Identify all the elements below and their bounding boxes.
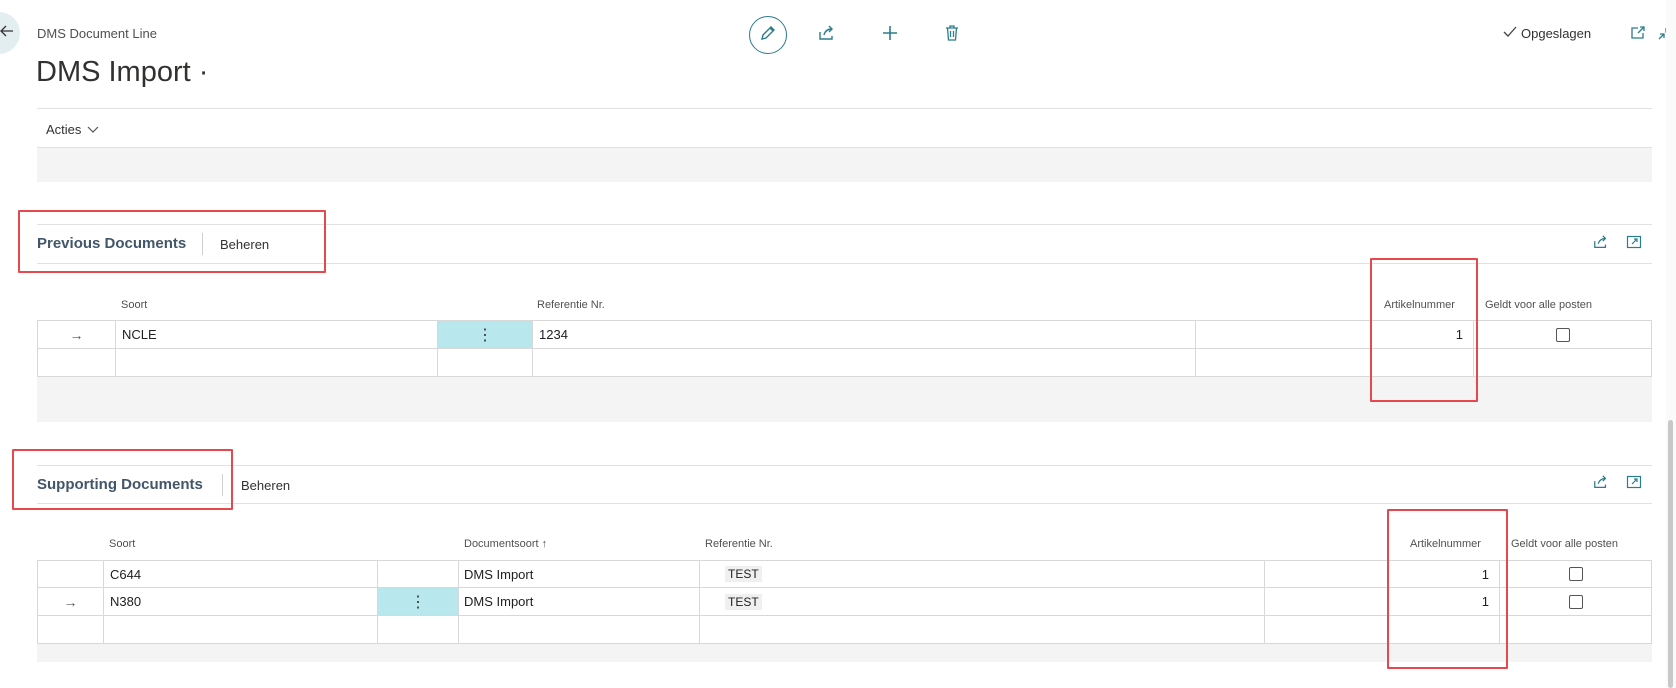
back-button[interactable]: [0, 12, 20, 54]
empty-cell[interactable]: [1474, 349, 1652, 377]
geldt-checkbox[interactable]: [1568, 594, 1583, 609]
empty-cell[interactable]: [37, 616, 104, 644]
highlight-box: [18, 210, 326, 273]
empty-cell[interactable]: [37, 349, 116, 377]
previous-expand-button[interactable]: [1623, 233, 1645, 255]
empty-cell[interactable]: [1500, 616, 1652, 644]
new-button[interactable]: [871, 16, 909, 54]
cell-referentie[interactable]: 1234: [533, 320, 1196, 349]
actions-menu[interactable]: Acties: [46, 122, 99, 137]
empty-cell[interactable]: [378, 616, 459, 644]
column-header-soort[interactable]: Soort: [121, 299, 147, 311]
cell-soort[interactable]: C644: [104, 560, 378, 588]
geldt-checkbox[interactable]: [1555, 327, 1570, 342]
column-header-geldt[interactable]: Geldt voor alle posten: [1511, 538, 1618, 550]
share-button[interactable]: [808, 16, 846, 54]
row-menu-cell[interactable]: [378, 560, 459, 588]
supporting-share-button[interactable]: [1590, 473, 1612, 495]
highlight-box: [1370, 258, 1478, 402]
column-header-referentie[interactable]: Referentie Nr.: [705, 538, 773, 550]
cell-documentsoort[interactable]: DMS Import: [459, 560, 700, 588]
arrow-right-icon: →: [63, 593, 78, 610]
scrollbar-thumb[interactable]: [1668, 420, 1673, 688]
highlight-box: [1387, 509, 1508, 669]
actions-label: Acties: [46, 122, 82, 137]
back-arrow-icon: [0, 24, 14, 42]
row-indicator[interactable]: [37, 560, 104, 588]
cell-referentie[interactable]: TEST: [700, 560, 1265, 588]
chevron-down-icon: [87, 122, 99, 137]
divider: [37, 503, 1652, 504]
previous-share-button[interactable]: [1590, 233, 1612, 255]
plus-icon: [881, 24, 899, 47]
row-menu-button[interactable]: ⋮: [378, 588, 459, 616]
share-icon: [1593, 234, 1609, 255]
cell-geldt: [1500, 588, 1652, 616]
supporting-expand-button[interactable]: [1623, 473, 1645, 495]
share-icon: [1593, 474, 1609, 495]
row-indicator[interactable]: →: [37, 320, 116, 349]
cell-soort[interactable]: N380: [104, 588, 378, 616]
geldt-checkbox[interactable]: [1568, 567, 1583, 581]
sort-ascending-icon: ↑: [541, 538, 548, 550]
referentie-value: TEST: [725, 593, 762, 610]
arrow-right-icon: →: [69, 326, 84, 343]
save-status-label: Opgeslagen: [1521, 26, 1592, 41]
cell-referentie[interactable]: TEST: [700, 588, 1265, 616]
column-header-geldt[interactable]: Geldt voor alle posten: [1485, 299, 1592, 311]
cell-documentsoort[interactable]: DMS Import: [459, 588, 700, 616]
empty-cell[interactable]: [104, 616, 378, 644]
divider: [37, 465, 1652, 466]
row-indicator[interactable]: →: [37, 588, 104, 616]
open-new-window-icon: [1630, 25, 1646, 46]
referentie-value: TEST: [725, 566, 762, 582]
expand-icon: [1626, 474, 1642, 495]
empty-cell[interactable]: [438, 349, 533, 377]
content-spacer: [37, 148, 1652, 182]
share-icon: [818, 24, 836, 47]
cell-geldt: [1474, 320, 1652, 349]
breadcrumb: DMS Document Line: [37, 26, 157, 41]
delete-button[interactable]: [933, 16, 971, 54]
column-header-documentsoort[interactable]: Documentsoort ↑: [464, 538, 547, 550]
supporting-manage-button[interactable]: Beheren: [241, 478, 290, 493]
more-vertical-icon: ⋮: [410, 593, 426, 611]
column-header-documentsoort-label: Documentsoort: [464, 538, 539, 550]
empty-cell[interactable]: [116, 349, 438, 377]
empty-cell[interactable]: [459, 616, 700, 644]
pencil-icon: [759, 24, 777, 47]
checkmark-icon: [1503, 26, 1517, 41]
page-title: DMS Import ·: [36, 56, 209, 88]
edit-button[interactable]: [749, 16, 787, 54]
empty-cell[interactable]: [533, 349, 1196, 377]
more-vertical-icon: ⋮: [477, 326, 493, 344]
highlight-box: [12, 449, 233, 510]
divider: [37, 108, 1652, 109]
row-menu-button[interactable]: ⋮: [438, 320, 533, 349]
open-new-window-button[interactable]: [1627, 24, 1649, 46]
expand-icon: [1626, 234, 1642, 255]
cell-soort[interactable]: NCLE: [116, 320, 438, 349]
save-status: Opgeslagen: [1503, 26, 1591, 41]
trash-icon: [943, 24, 961, 47]
empty-cell[interactable]: [700, 616, 1265, 644]
cell-geldt: [1500, 560, 1652, 588]
column-header-referentie[interactable]: Referentie Nr.: [537, 299, 605, 311]
column-header-soort[interactable]: Soort: [109, 538, 135, 550]
